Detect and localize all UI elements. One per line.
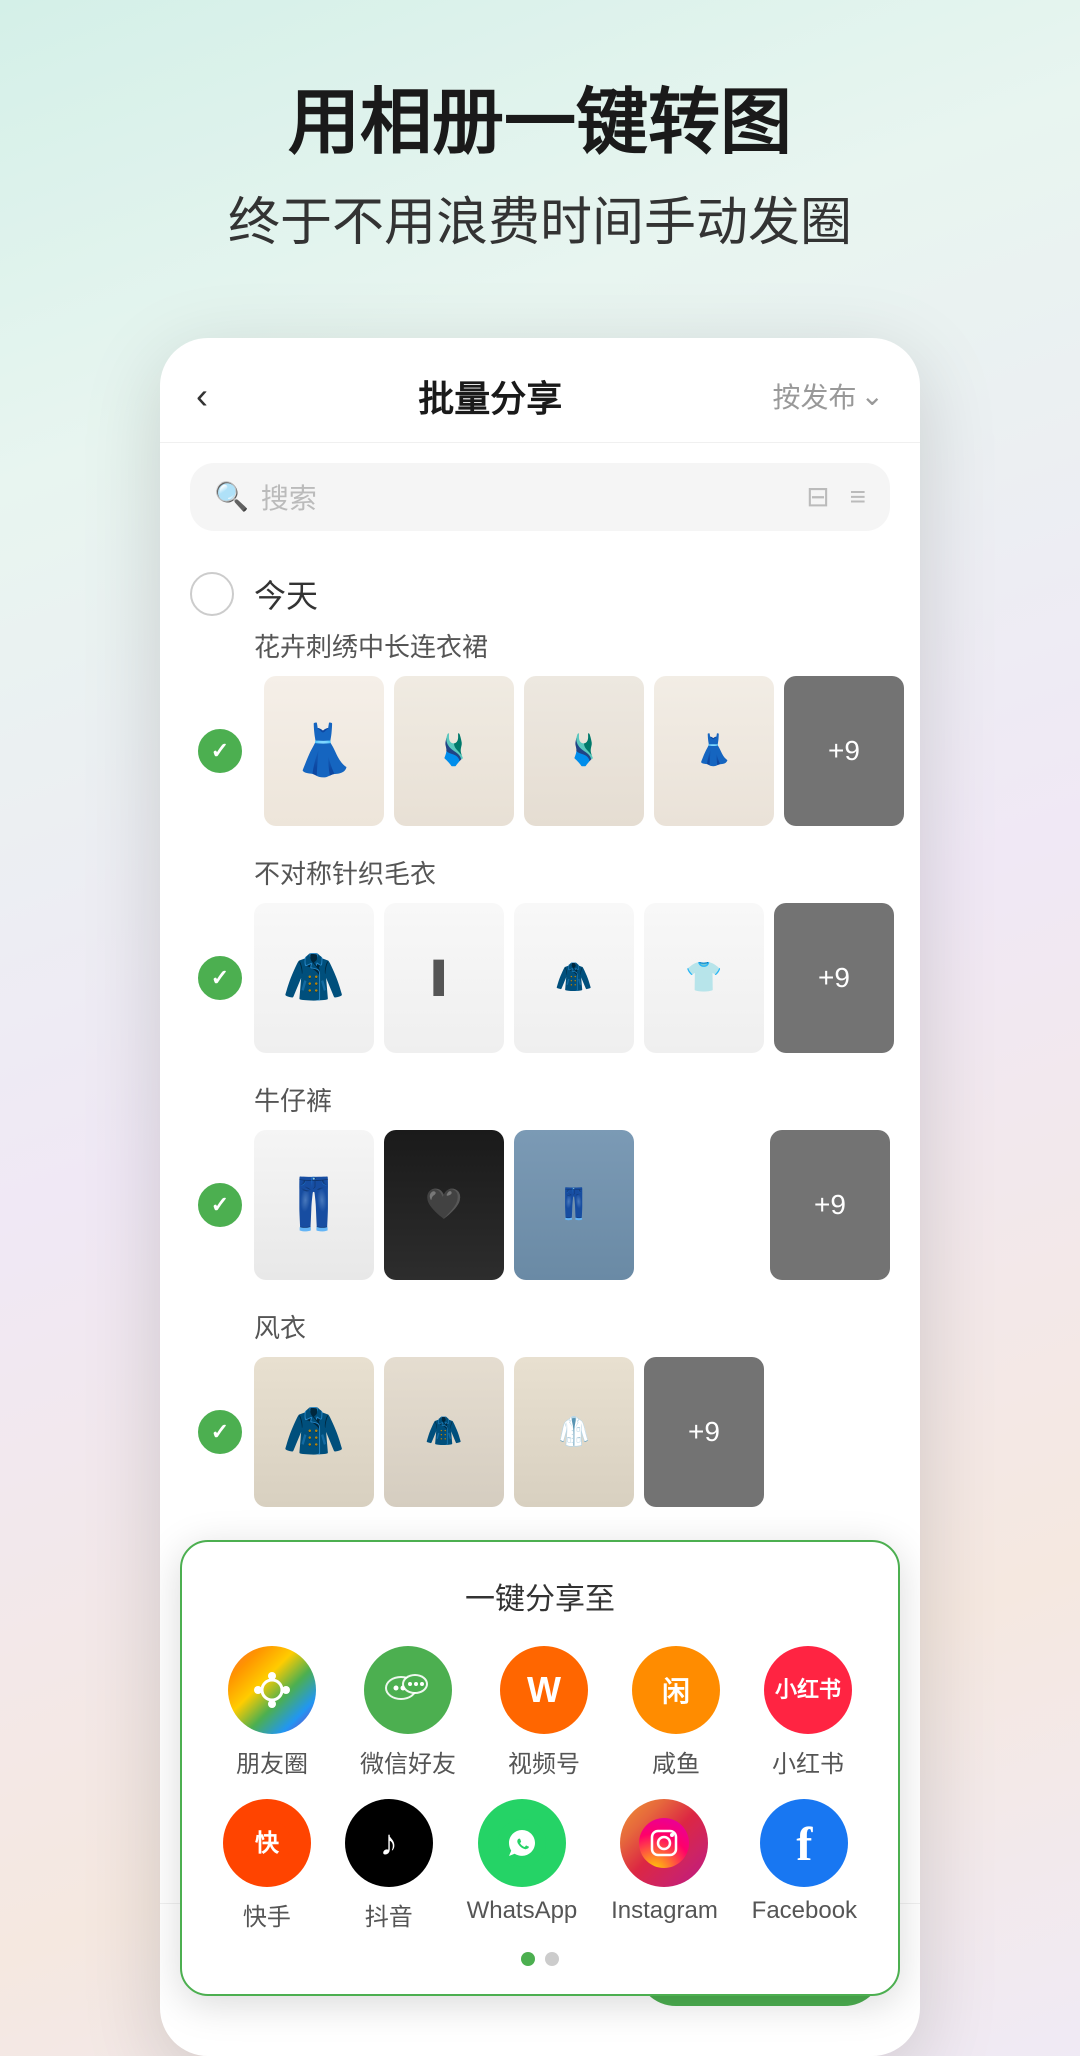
filter-icon[interactable]: ≡ <box>850 481 866 513</box>
kuaishou-label: 快手 <box>243 1897 291 1932</box>
share-item-facebook[interactable]: f Facebook <box>752 1799 857 1932</box>
product-item-1: 花卉刺绣中长连衣裙 👗 🩱 🩱 👗 +9 <box>254 627 890 826</box>
instagram-icon <box>620 1799 708 1887</box>
xianyu-icon: 闲 <box>632 1646 720 1734</box>
header-section: 用相册一键转图 终于不用浪费时间手动发圈 <box>0 0 1080 318</box>
share-popup-title: 一键分享至 <box>206 1574 874 1618</box>
xiaohongshu-label: 小红书 <box>772 1744 844 1779</box>
svg-text:快: 快 <box>255 1830 280 1857</box>
thumb-3-1: 👖 <box>254 1130 374 1280</box>
page-subtitle: 终于不用浪费时间手动发圈 <box>60 190 1020 258</box>
thumb-3-more: +9 <box>770 1130 890 1280</box>
shipin-label: 视频号 <box>508 1744 580 1779</box>
page-dots <box>206 1952 874 1966</box>
share-item-xianyu[interactable]: 闲 咸鱼 <box>632 1646 720 1779</box>
thumb-4-3: 🥼 <box>514 1357 634 1507</box>
facebook-icon: f <box>760 1799 848 1887</box>
kuaishou-icon: 快 <box>223 1799 311 1887</box>
product-images-1: 👗 🩱 🩱 👗 +9 <box>254 676 890 826</box>
thumb-2-2: ▌ <box>384 903 504 1053</box>
product-name-2: 不对称针织毛衣 <box>254 854 890 891</box>
share-icons-row-2: 快 快手 ♪ 抖音 <box>206 1799 874 1932</box>
date-header-today[interactable]: 今天 <box>190 551 890 627</box>
app-nav: ‹ 批量分享 按发布 ⌄ <box>160 338 920 443</box>
phone-frame: ‹ 批量分享 按发布 ⌄ 🔍 搜索 ⊟ ≡ 今天 花卉刺绣中长连衣裙 👗 <box>160 338 920 2056</box>
share-popup: 一键分享至 朋友圈 <box>180 1540 900 1996</box>
whatsapp-icon <box>478 1799 566 1887</box>
shipin-icon: W <box>500 1646 588 1734</box>
thumb-1-4: 👗 <box>654 676 774 826</box>
share-item-whatsapp[interactable]: WhatsApp <box>467 1799 578 1932</box>
thumb-3-3: 👖 <box>514 1130 634 1280</box>
check-1[interactable] <box>198 729 242 773</box>
thumb-2-3: 🧥 <box>514 903 634 1053</box>
sort-button[interactable]: 按发布 ⌄ <box>773 376 884 416</box>
thumb-4-1: 🧥 <box>254 1357 374 1507</box>
instagram-label: Instagram <box>611 1897 718 1925</box>
product-name-3: 牛仔裤 <box>254 1081 890 1118</box>
sort-label: 按发布 <box>773 376 857 416</box>
search-input[interactable]: 搜索 <box>261 477 794 517</box>
search-icon: 🔍 <box>214 480 249 513</box>
thumb-1-3: 🩱 <box>524 676 644 826</box>
date-circle-today[interactable] <box>190 572 234 616</box>
dot-1 <box>521 1952 535 1966</box>
product-item-4: 风衣 🧥 🧥 🥼 +9 <box>254 1308 890 1507</box>
share-item-weixin[interactable]: 微信好友 <box>360 1646 456 1779</box>
douyin-icon: ♪ <box>345 1799 433 1887</box>
check-2[interactable] <box>198 956 242 1000</box>
product-item-3: 牛仔裤 👖 🖤 👖 +9 <box>254 1081 890 1280</box>
date-label-today: 今天 <box>254 571 318 617</box>
check-3[interactable] <box>198 1183 242 1227</box>
product-name-1: 花卉刺绣中长连衣裙 <box>254 627 890 664</box>
weixin-label: 微信好友 <box>360 1744 456 1779</box>
facebook-label: Facebook <box>752 1897 857 1925</box>
thumb-1-2: 🩱 <box>394 676 514 826</box>
dot-2 <box>545 1952 559 1966</box>
share-item-shipin[interactable]: W 视频号 <box>500 1646 588 1779</box>
douyin-label: 抖音 <box>365 1897 413 1932</box>
page-title: 用相册一键转图 <box>60 80 1020 166</box>
thumb-1-more: +9 <box>784 676 904 826</box>
product-name-4: 风衣 <box>254 1308 890 1345</box>
share-item-pengyouquan[interactable]: 朋友圈 <box>228 1646 316 1779</box>
thumb-2-more: +9 <box>774 903 894 1053</box>
product-item-2: 不对称针织毛衣 🧥 ▌ 🧥 👕 +9 <box>254 854 890 1053</box>
thumb-4-2: 🧥 <box>384 1357 504 1507</box>
thumb-2-1: 🧥 <box>254 903 374 1053</box>
layout-icon[interactable]: ⊟ <box>806 480 829 513</box>
nav-title: 批量分享 <box>418 370 562 422</box>
share-item-douyin[interactable]: ♪ 抖音 <box>345 1799 433 1932</box>
xianyu-label: 咸鱼 <box>652 1744 700 1779</box>
search-actions: ⊟ ≡ <box>806 480 866 513</box>
weixin-icon <box>364 1646 452 1734</box>
share-item-instagram[interactable]: Instagram <box>611 1799 718 1932</box>
pengyouquan-label: 朋友圈 <box>236 1744 308 1779</box>
share-icons-row-1: 朋友圈 微信好友 <box>206 1646 874 1779</box>
xiaohongshu-icon: 小红书 <box>764 1646 852 1734</box>
date-group-today: 今天 花卉刺绣中长连衣裙 👗 🩱 🩱 👗 +9 不对称针织毛衣 🧥 ▌ <box>160 551 920 1507</box>
check-4[interactable] <box>198 1410 242 1454</box>
search-bar[interactable]: 🔍 搜索 ⊟ ≡ <box>190 463 890 531</box>
share-item-kuaishou[interactable]: 快 快手 <box>223 1799 311 1932</box>
pengyouquan-icon <box>228 1646 316 1734</box>
thumb-2-4: 👕 <box>644 903 764 1053</box>
back-button[interactable]: ‹ <box>196 375 208 417</box>
thumb-4-more: +9 <box>644 1357 764 1507</box>
share-item-xiaohongshu[interactable]: 小红书 小红书 <box>764 1646 852 1779</box>
thumb-3-2: 🖤 <box>384 1130 504 1280</box>
whatsapp-label: WhatsApp <box>467 1897 578 1925</box>
thumb-1-1: 👗 <box>264 676 384 826</box>
sort-chevron-icon: ⌄ <box>861 379 884 412</box>
